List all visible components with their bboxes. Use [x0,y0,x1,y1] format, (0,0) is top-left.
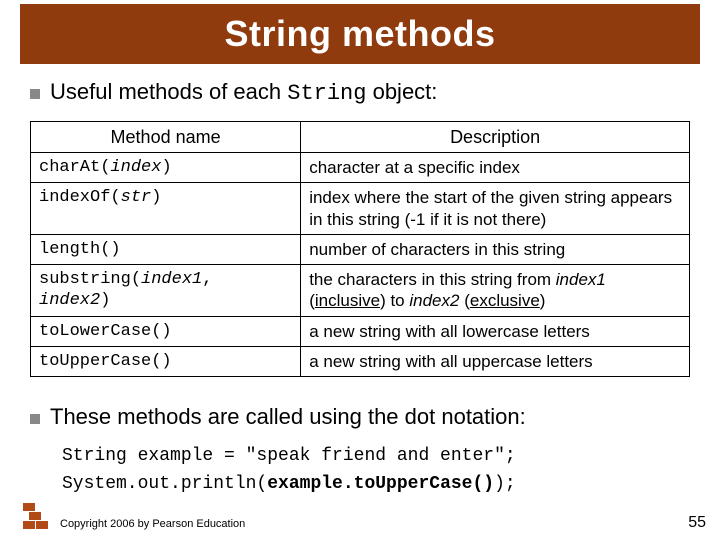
header-method: Method name [31,121,301,153]
table-row: substring(index1, index2) the characters… [31,265,690,317]
header-description: Description [301,121,690,153]
page-number: 55 [688,514,706,532]
description-cell: character at a specific index [301,153,690,183]
bullet-outro: These methods are called using the dot n… [30,403,690,432]
table-row: charAt(index) character at a specific in… [31,153,690,183]
slide-body: Useful methods of each String object: Me… [30,78,690,499]
bullet-intro-text: Useful methods of each String object: [50,78,437,109]
method-cell: indexOf(str) [31,183,301,235]
bullet-intro: Useful methods of each String object: [30,78,690,109]
table-row: toLowerCase() a new string with all lowe… [31,316,690,346]
table-row: length() number of characters in this st… [31,234,690,264]
method-cell: toLowerCase() [31,316,301,346]
description-cell: the characters in this string from index… [301,265,690,317]
slide-title: String methods [224,13,495,55]
description-cell: a new string with all lowercase letters [301,316,690,346]
copyright-text: Copyright 2006 by Pearson Education [60,518,245,530]
bullet-outro-text: These methods are called using the dot n… [50,403,526,432]
description-cell: index where the start of the given strin… [301,183,690,235]
description-cell: a new string with all uppercase letters [301,346,690,376]
table-row: indexOf(str) index where the start of th… [31,183,690,235]
table-row: toUpperCase() a new string with all uppe… [31,346,690,376]
bullet-icon [30,414,40,424]
method-cell: substring(index1, index2) [31,265,301,317]
bullet-icon [30,89,40,99]
code-line-1: String example = "speak friend and enter… [62,442,690,471]
method-cell: charAt(index) [31,153,301,183]
code-line-2: System.out.println(example.toUpperCase()… [62,470,690,499]
table-body: charAt(index) character at a specific in… [31,153,690,377]
table-header-row: Method name Description [31,121,690,153]
description-cell: number of characters in this string [301,234,690,264]
footer-decoration-icon [22,500,50,530]
slide: String methods Useful methods of each St… [0,0,720,540]
title-bar: String methods [20,4,700,64]
method-cell: length() [31,234,301,264]
method-cell: toUpperCase() [31,346,301,376]
methods-table: Method name Description charAt(index) ch… [30,121,690,378]
code-example: String example = "speak friend and enter… [62,442,690,500]
